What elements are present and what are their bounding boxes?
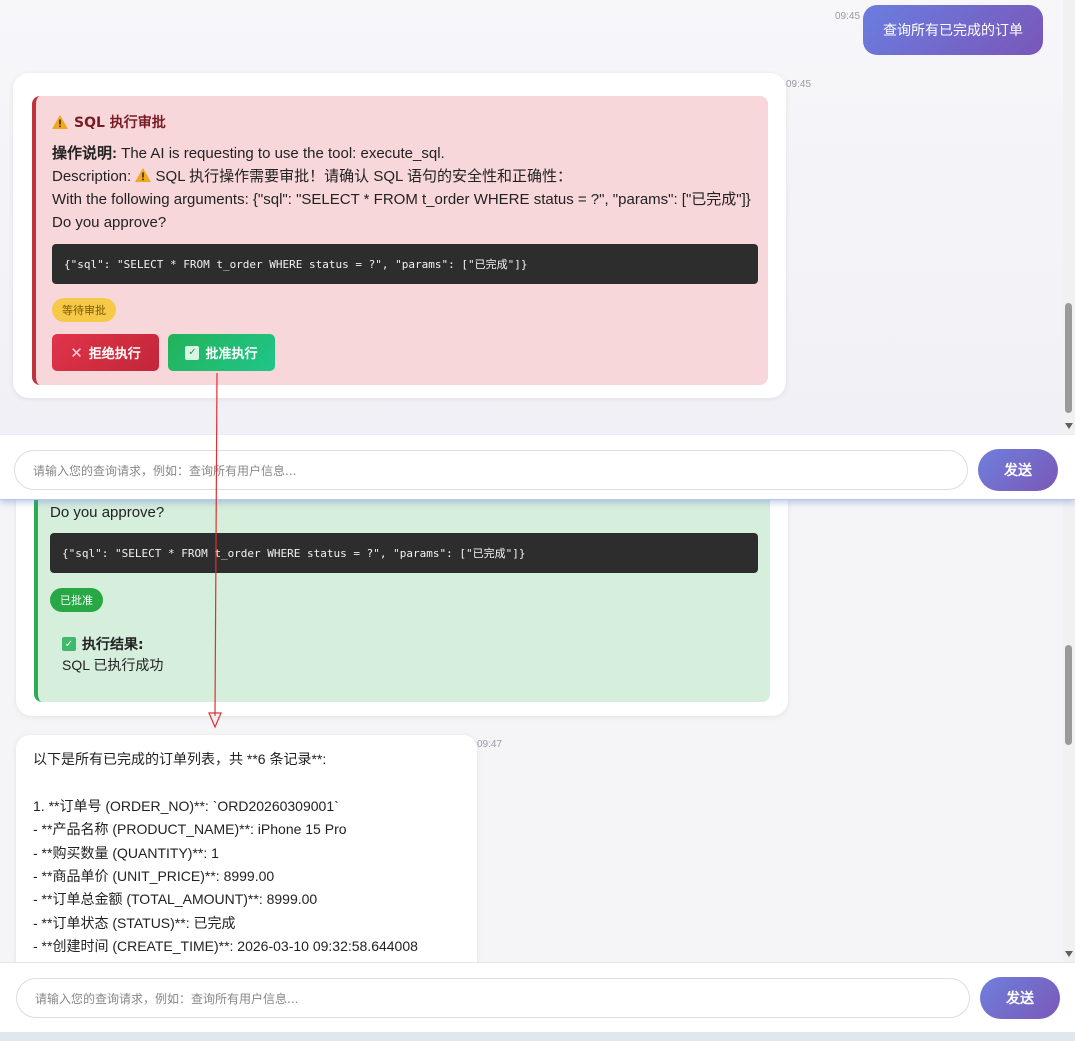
reply-timestamp: 09:47 (477, 739, 503, 750)
warning-icon-inline (135, 168, 152, 182)
status-badge-approved: 已批准 (50, 588, 103, 612)
reject-label: 拒绝执行 (88, 347, 141, 362)
approval-title-text: SQL 执行审批 (74, 115, 166, 131)
result-title: ✓ 执行结果: (62, 634, 144, 654)
assistant-reply-text: 以下是所有已完成的订单列表，共 **6 条记录**: 1. **订单号 (ORD… (33, 748, 418, 982)
warning-icon (52, 115, 68, 129)
arguments-line: With the following arguments: {"sql": "S… (52, 191, 751, 208)
query-input-lower[interactable]: 请输入您的查询请求，例如：查询所有用户信息... (16, 978, 970, 1018)
approve-label: 批准执行 (205, 347, 258, 362)
description-text: SQL 执行操作需要审批！请确认 SQL 语句的安全性和正确性： (155, 168, 572, 185)
assistant-reply-card: 以下是所有已完成的订单列表，共 **6 条记录**: 1. **订单号 (ORD… (16, 735, 477, 978)
approval-panel-pending: SQL 执行审批 操作说明: The AI is requesting to u… (32, 96, 768, 385)
reply-line: - **创建时间 (CREATE_TIME)**: 2026-03-10 09:… (33, 938, 418, 955)
reply-line: - **商品单价 (UNIT_PRICE)**: 8999.00 (33, 868, 275, 885)
check-icon: ✓ (62, 637, 76, 651)
approve-button[interactable]: ✓ 批准执行 (168, 334, 275, 371)
approved-code-block: {"sql": "SELECT * FROM t_order WHERE sta… (50, 533, 758, 573)
operation-label: 操作说明: (52, 145, 117, 162)
approval-timestamp: 09:45 (786, 79, 812, 90)
pending-code-block: {"sql": "SELECT * FROM t_order WHERE sta… (52, 244, 758, 284)
reply-line: 1. **订单号 (ORDER_NO)**: `ORD20260309001` (33, 797, 339, 814)
reply-line (33, 771, 418, 794)
scrollbar-thumb-lower[interactable] (1065, 645, 1072, 745)
status-badge-pending: 等待审批 (52, 298, 116, 322)
reply-line: - **订单总金额 (TOTAL_AMOUNT)**: 8999.00 (33, 891, 318, 908)
input-bar-upper: 请输入您的查询请求，例如：查询所有用户信息... 发送 (0, 434, 1075, 499)
reject-button[interactable]: ✕ 拒绝执行 (52, 334, 159, 371)
approved-question: Do you approve? (50, 504, 165, 521)
operation-text: The AI is requesting to use the tool: ex… (121, 145, 445, 162)
reply-line: - **产品名称 (PRODUCT_NAME)**: iPhone 15 Pro (33, 821, 347, 838)
scroll-down-icon-upper[interactable] (1065, 423, 1073, 429)
approval-title: SQL 执行审批 (52, 112, 754, 132)
result-text: SQL 已执行成功 (62, 657, 164, 673)
chat-window-upper: 09:45 查询所有已完成的订单 SQL 执行审批 操作说明: The AI i… (0, 0, 1075, 500)
approve-check-icon: ✓ (185, 345, 200, 360)
user-message-bubble: 查询所有已完成的订单 (863, 5, 1043, 55)
operation-line: 操作说明: The AI is requesting to use the to… (52, 142, 754, 165)
description-line: Description: SQL 执行操作需要审批！请确认 SQL 语句的安全性… (52, 165, 754, 188)
reply-line: - **订单状态 (STATUS)**: 已完成 (33, 914, 236, 931)
send-button-upper[interactable]: 发送 (978, 449, 1058, 491)
scrollbar-thumb-upper[interactable] (1065, 303, 1072, 413)
bottom-strip (0, 1032, 1075, 1041)
assistant-approval-card-pending: SQL 执行审批 操作说明: The AI is requesting to u… (13, 73, 786, 398)
scroll-down-icon-lower[interactable] (1065, 951, 1073, 957)
input-bar-lower: 请输入您的查询请求，例如：查询所有用户信息... 发送 (0, 962, 1075, 1032)
description-label: Description: (52, 168, 132, 185)
query-input-upper[interactable]: 请输入您的查询请求，例如：查询所有用户信息... (14, 450, 968, 490)
result-label: 执行结果: (82, 637, 144, 653)
approve-question: Do you approve? (52, 214, 167, 231)
user-timestamp: 09:45 (835, 11, 861, 22)
reply-line: - **购买数量 (QUANTITY)**: 1 (33, 844, 219, 861)
send-button-lower[interactable]: 发送 (980, 977, 1060, 1019)
reject-x-icon: ✕ (70, 343, 83, 362)
reply-line: 以下是所有已完成的订单列表，共 **6 条记录**: (33, 751, 327, 767)
